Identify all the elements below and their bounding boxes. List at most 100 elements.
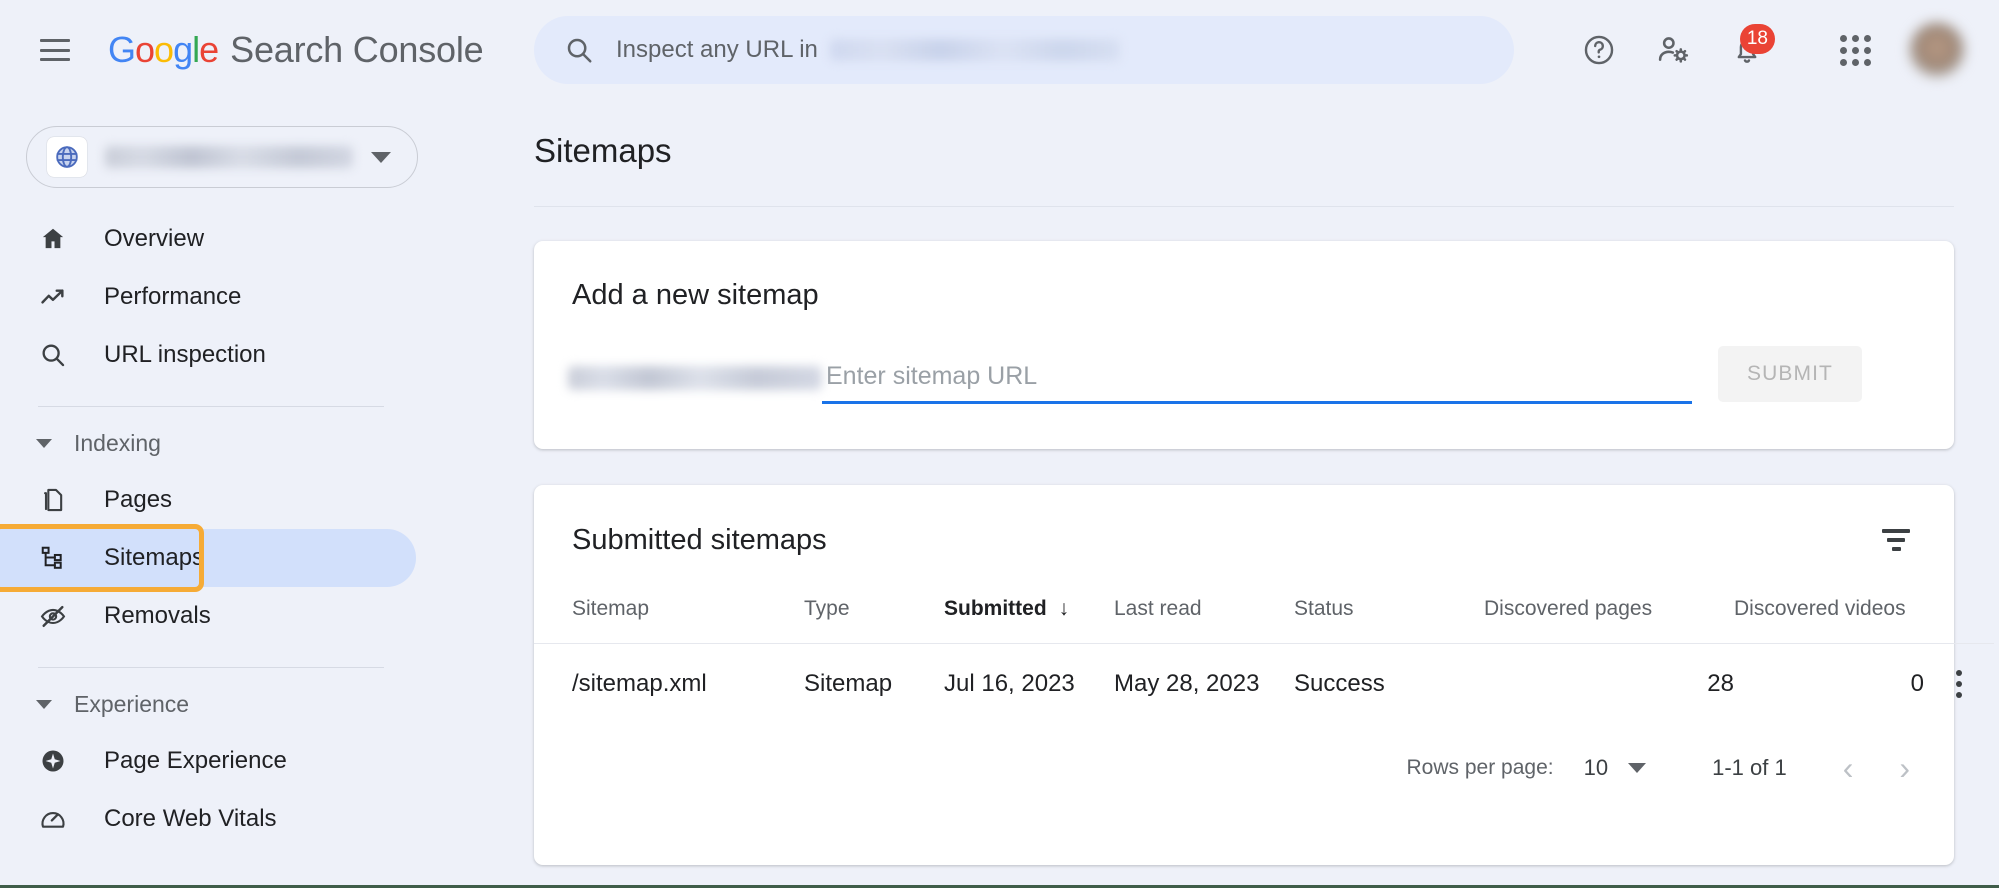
previous-page-button[interactable]: ‹ [1843,752,1854,784]
chevron-down-icon [36,438,52,448]
table-pagination: Rows per page: 10 1-1 of 1 ‹ › [534,724,1954,784]
rows-per-page-label: Rows per page: [1406,756,1554,779]
search-console-app: Google Search Console Inspect any URL in [0,0,1999,888]
chevron-down-icon [36,699,52,709]
search-domain-redacted [829,39,1120,61]
column-header-discovered-videos[interactable]: Discovered videos [1734,587,1924,644]
logo-letter-g2: g [173,29,193,70]
cell-sitemap: /sitemap.xml [534,643,804,724]
add-sitemap-form: SUBMIT [568,346,1954,404]
submitted-sitemaps-card: Submitted sitemaps Sitemap Type Submitte… [534,485,1994,865]
notifications-bell-icon[interactable]: 18 [1719,22,1775,78]
search-placeholder: Inspect any URL in [616,36,818,63]
sitemap-url-prefix-redacted [568,366,822,390]
sidebar-item-sitemaps[interactable]: Sitemaps [0,524,416,592]
apps-grid-icon[interactable] [1827,22,1883,78]
sidebar-item-label: Core Web Vitals [104,805,277,832]
more-options-icon[interactable] [1924,670,1994,698]
cell-last-read: May 28, 2023 [1114,643,1294,724]
eye-off-icon [38,601,68,631]
submitted-sitemaps-title: Submitted sitemaps [572,523,827,556]
column-header-last-read[interactable]: Last read [1114,587,1294,644]
logo-letter-o1: o [135,29,155,70]
pagination-range: 1-1 of 1 [1712,755,1787,780]
property-selector[interactable] [26,126,418,188]
sidebar: Overview Performance URL inspection Inde… [0,100,420,888]
speedometer-icon [38,804,68,834]
sidebar-item-pages[interactable]: Pages [0,471,420,529]
sitemap-tree-icon [38,543,68,573]
cell-discovered-pages: 28 [1484,643,1734,724]
status-badge: Success [1294,643,1484,724]
sidebar-item-page-experience[interactable]: Page Experience [0,732,420,790]
sidebar-item-label: Removals [104,602,211,629]
title-divider [534,206,1954,207]
product-name: Search Console [230,29,484,70]
account-settings-icon[interactable] [1645,22,1701,78]
sitemap-url-input[interactable] [822,362,1692,404]
table-row[interactable]: /sitemap.xml Sitemap Jul 16, 2023 May 28… [534,643,1994,724]
cell-submitted: Jul 16, 2023 [944,643,1114,724]
trending-up-icon [38,282,68,312]
submitted-sitemaps-header: Submitted sitemaps [534,485,1954,557]
sitemaps-table: Sitemap Type Submitted ↓ Last read Status… [534,587,1994,724]
page-title: Sitemaps [534,132,672,169]
main-content: Sitemaps Add a new sitemap SUBMIT Submit… [420,100,1999,888]
cell-discovered-videos: 0 [1734,643,1924,724]
apps-grid-dots [1839,34,1871,66]
sidebar-section-indexing[interactable]: Indexing [0,415,420,471]
submit-button[interactable]: SUBMIT [1718,346,1862,402]
column-header-actions [1924,587,1994,644]
url-inspection-search-bar[interactable]: Inspect any URL in [534,16,1514,84]
column-header-submitted[interactable]: Submitted ↓ [944,587,1114,644]
property-name-redacted [105,146,353,168]
column-header-type[interactable]: Type [804,587,944,644]
hamburger-menu-icon[interactable] [40,39,70,61]
chevron-down-icon[interactable] [1628,763,1647,773]
top-bar-icons: 18 [1553,0,1965,100]
sidebar-item-label: Pages [104,486,173,513]
column-header-sitemap[interactable]: Sitemap [534,587,804,644]
sidebar-item-url-inspection[interactable]: URL inspection [0,326,420,384]
home-icon [38,224,68,254]
logo-letter-g1: G [108,29,136,70]
search-icon [38,340,68,370]
sidebar-item-label: Page Experience [104,747,287,774]
brand-logo[interactable]: Google Search Console [108,29,484,71]
sidebar-item-label: URL inspection [104,341,266,368]
globe-icon [47,137,87,177]
sidebar-divider [38,667,384,668]
help-icon[interactable] [1571,22,1627,78]
column-header-status[interactable]: Status [1294,587,1484,644]
page-experience-icon [38,746,68,776]
notification-count-badge: 18 [1739,24,1775,54]
add-sitemap-card: Add a new sitemap SUBMIT [534,241,1954,449]
rows-per-page-value[interactable]: 10 [1584,755,1608,781]
sidebar-section-label: Indexing [74,429,161,456]
sidebar-item-performance[interactable]: Performance [0,268,420,326]
logo-letter-e: e [199,29,219,70]
chevron-down-icon [371,151,391,163]
sort-descending-arrow-icon: ↓ [1058,597,1070,620]
add-sitemap-title: Add a new sitemap [572,279,819,311]
column-header-discovered-pages[interactable]: Discovered pages [1484,587,1734,644]
user-avatar[interactable] [1909,22,1965,78]
filter-icon[interactable] [1876,523,1916,557]
sidebar-section-experience[interactable]: Experience [0,676,420,732]
cell-actions [1924,643,1994,724]
sidebar-item-removals[interactable]: Removals [0,587,420,645]
column-header-submitted-label: Submitted [944,597,1047,620]
table-header-row: Sitemap Type Submitted ↓ Last read Status… [534,587,1994,644]
sidebar-item-core-web-vitals[interactable]: Core Web Vitals [0,790,420,848]
sidebar-item-overview[interactable]: Overview [0,210,420,268]
logo-letter-o2: o [154,29,174,70]
pages-copy-icon [38,485,68,515]
cell-type: Sitemap [804,643,944,724]
sidebar-section-label: Experience [74,690,190,717]
search-icon [564,35,594,65]
sidebar-item-label: Performance [104,283,242,310]
sidebar-item-label: Sitemaps [104,544,205,571]
sidebar-item-label: Overview [104,225,205,252]
sidebar-divider [38,406,384,407]
next-page-button[interactable]: › [1899,752,1910,784]
